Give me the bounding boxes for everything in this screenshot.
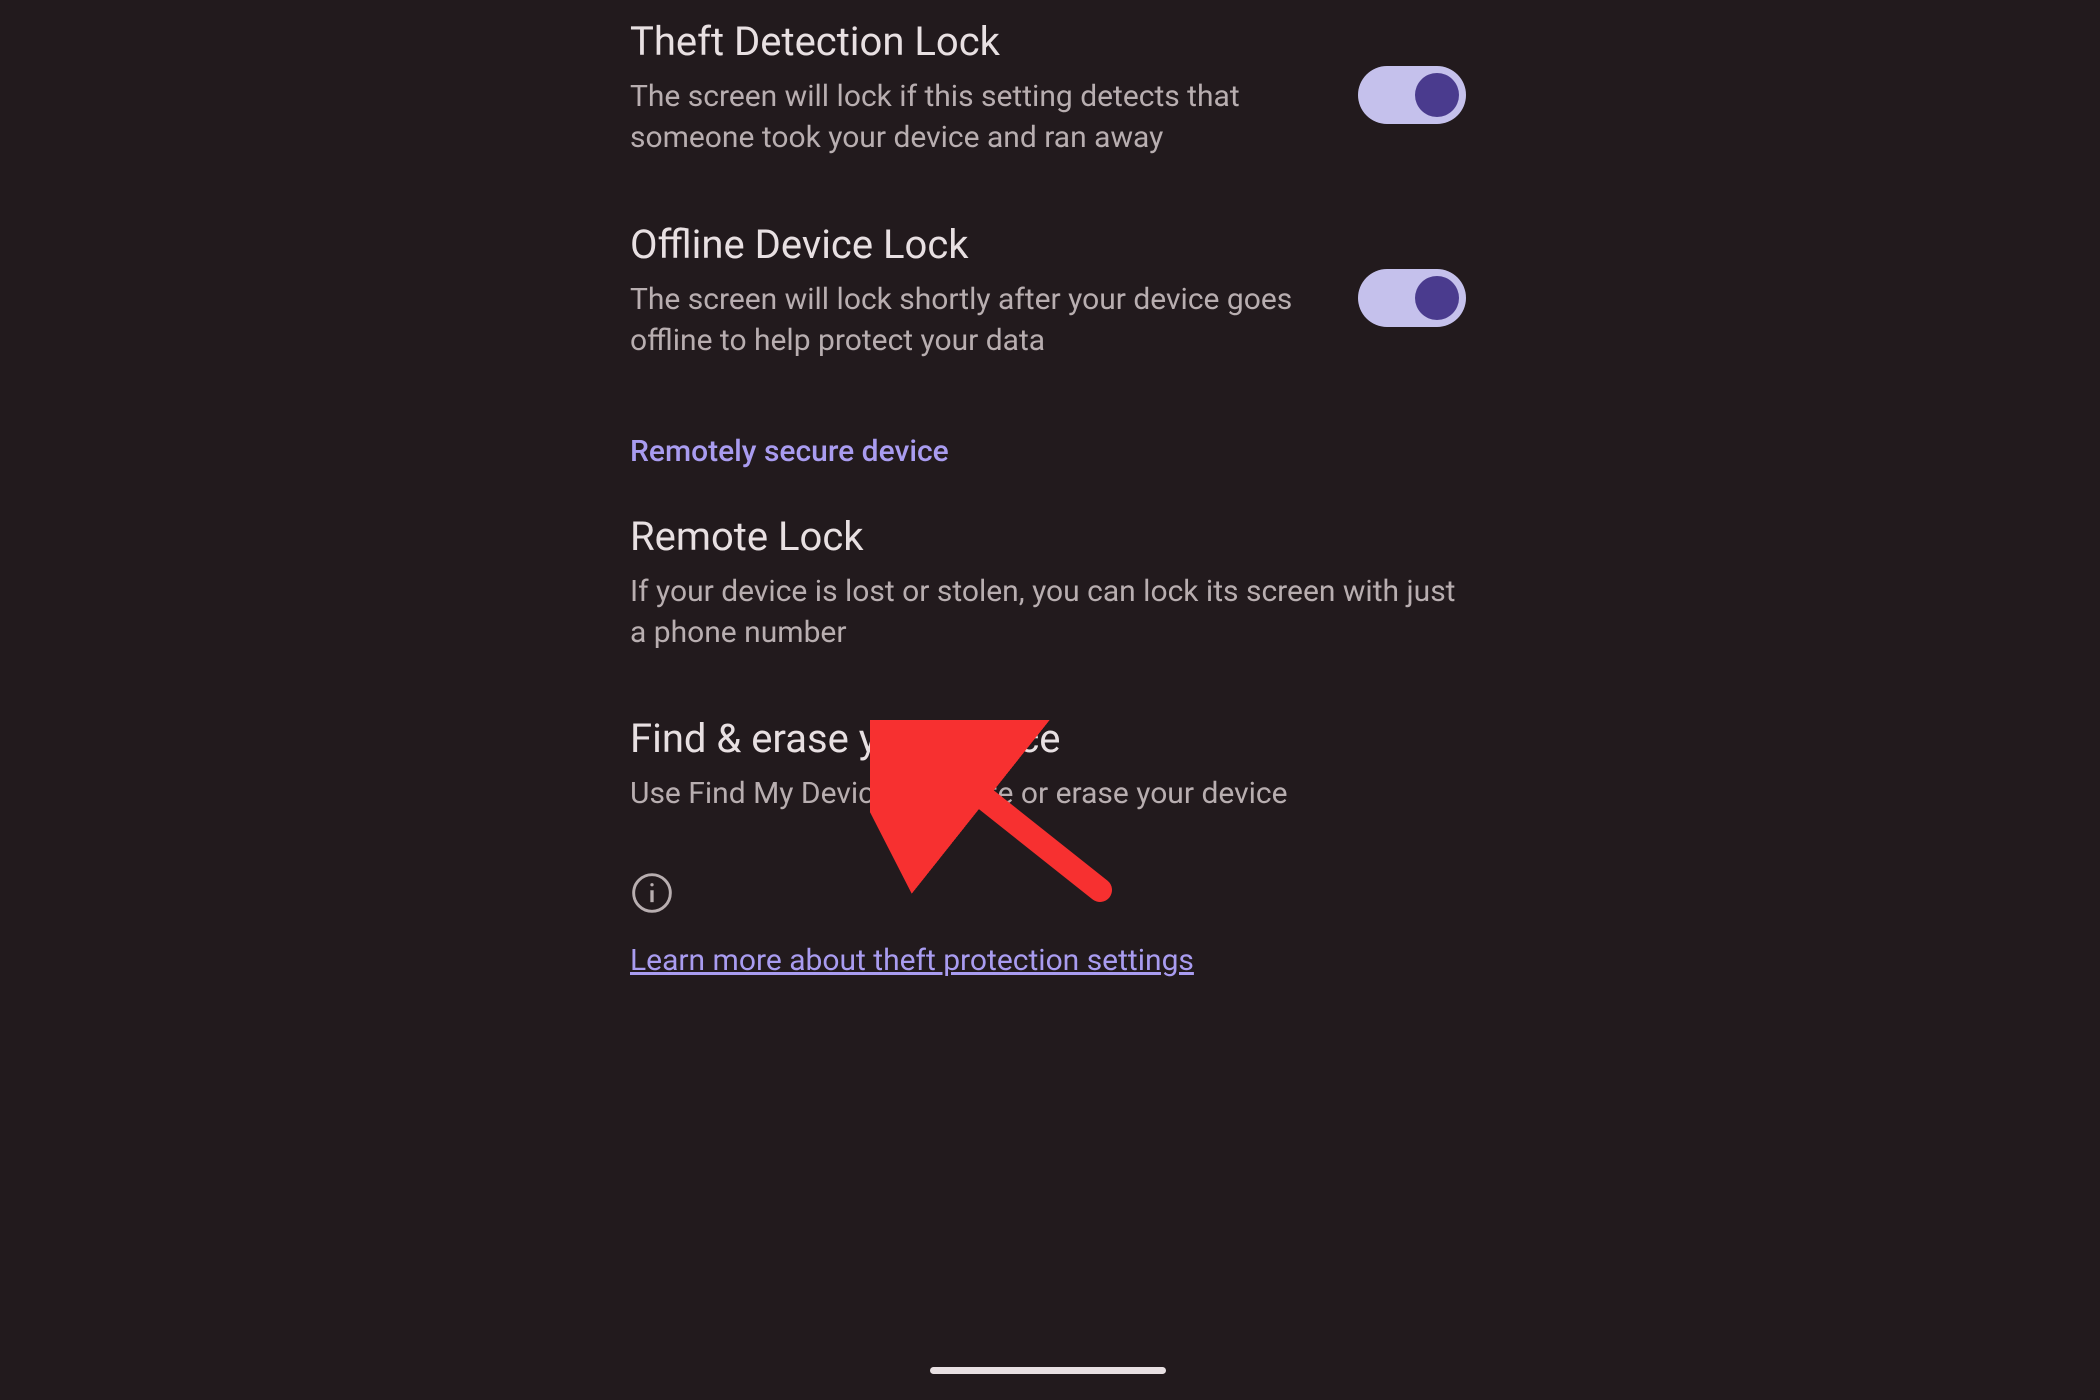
offline-lock-description: The screen will lock shortly after your … (630, 279, 1328, 362)
find-erase-description: Use Find My Device to locate or erase yo… (630, 773, 1466, 814)
theft-detection-description: The screen will lock if this setting det… (630, 76, 1328, 159)
learn-more-link[interactable]: Learn more about theft protection settin… (630, 935, 1466, 986)
theft-detection-toggle[interactable] (1358, 66, 1466, 124)
theft-detection-lock-item[interactable]: Theft Detection Lock The screen will loc… (630, 0, 1466, 189)
offline-lock-toggle[interactable] (1358, 269, 1466, 327)
info-icon (630, 871, 674, 915)
offline-lock-text: Offline Device Lock The screen will lock… (630, 219, 1358, 362)
find-erase-item[interactable]: Find & erase your device Use Find My Dev… (630, 683, 1466, 844)
theft-detection-text: Theft Detection Lock The screen will loc… (630, 16, 1358, 159)
settings-screen: Theft Detection Lock The screen will loc… (558, 0, 1538, 1400)
remote-lock-title: Remote Lock (630, 511, 1466, 563)
section-header-remotely-secure: Remotely secure device (630, 392, 1466, 481)
remote-lock-item[interactable]: Remote Lock If your device is lost or st… (630, 481, 1466, 684)
offline-device-lock-item[interactable]: Offline Device Lock The screen will lock… (630, 189, 1466, 392)
offline-lock-title: Offline Device Lock (630, 219, 1328, 271)
find-erase-title: Find & erase your device (630, 713, 1466, 765)
info-row (630, 845, 1466, 935)
theft-detection-title: Theft Detection Lock (630, 16, 1328, 68)
settings-content: Theft Detection Lock The screen will loc… (558, 0, 1538, 986)
home-indicator[interactable] (930, 1367, 1166, 1374)
toggle-thumb (1415, 276, 1459, 320)
toggle-thumb (1415, 73, 1459, 117)
remote-lock-description: If your device is lost or stolen, you ca… (630, 571, 1466, 654)
